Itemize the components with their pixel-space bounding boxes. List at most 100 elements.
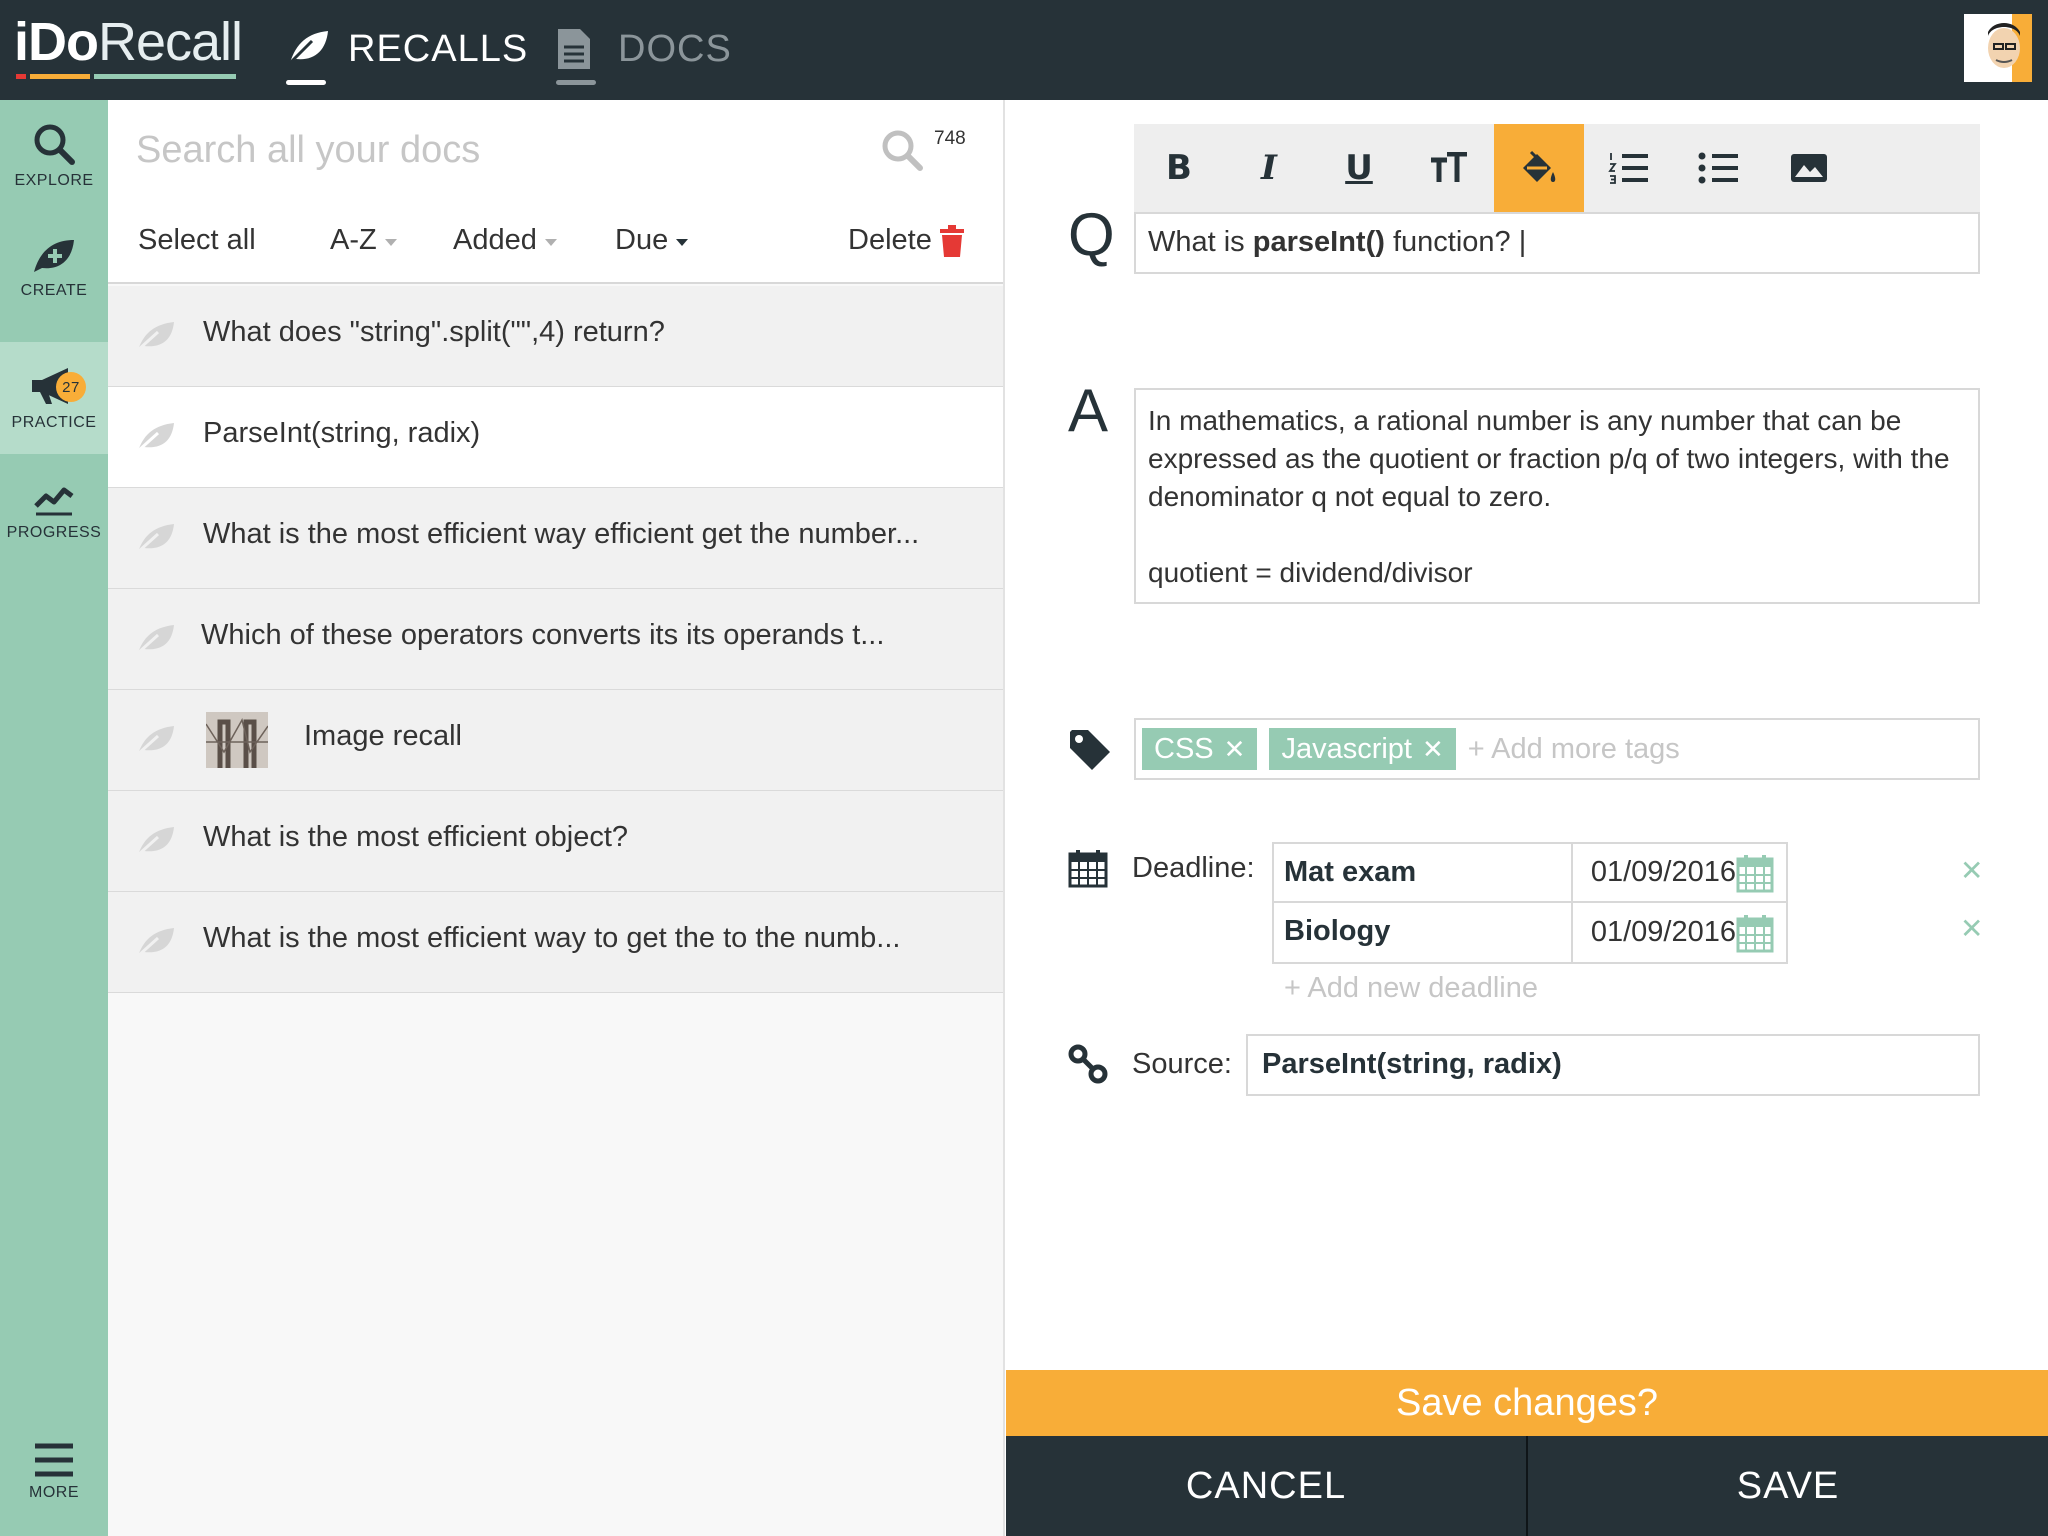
add-deadline-link[interactable]: + Add new deadline bbox=[1284, 972, 1538, 1005]
sort-added-dropdown[interactable]: Added bbox=[453, 224, 557, 257]
list-item-selected[interactable]: ParseInt(string, radix) bbox=[108, 387, 1003, 488]
sort-due-label: Due bbox=[615, 224, 669, 256]
deadline-date-field[interactable]: 01/09/2016 bbox=[1573, 844, 1786, 901]
tag-chip-label: Javascript bbox=[1281, 732, 1412, 765]
rail-practice[interactable]: 27 PRACTICE bbox=[0, 342, 108, 454]
rail-explore-label: EXPLORE bbox=[14, 172, 94, 189]
question-text-end: function? | bbox=[1384, 226, 1527, 258]
deadline-row: Mat exam 01/09/2016 bbox=[1274, 844, 1786, 903]
source-field[interactable]: ParseInt(string, radix) bbox=[1246, 1034, 1980, 1096]
tab-recalls-label: RECALLS bbox=[348, 27, 529, 70]
app-logo[interactable]: iDoRecall bbox=[14, 12, 243, 72]
search-input[interactable] bbox=[136, 122, 856, 178]
rail-create[interactable]: CREATE bbox=[0, 212, 108, 324]
rail-more[interactable]: MORE bbox=[0, 1416, 108, 1528]
cancel-button[interactable]: CANCEL bbox=[1006, 1436, 1526, 1536]
left-rail: EXPLORE CREATE 27 PRACTICE PROGRESS MORE bbox=[0, 100, 108, 1536]
trend-chart-icon bbox=[34, 487, 74, 516]
calendar-picker-icon[interactable] bbox=[1736, 853, 1774, 893]
list-item[interactable]: What is the most efficient object? bbox=[108, 791, 1003, 892]
list-item[interactable]: Which of these operators converts its it… bbox=[108, 589, 1003, 690]
list-item-title: Image recall bbox=[304, 720, 462, 752]
result-count: 748 bbox=[934, 128, 966, 149]
search-bar: 748 bbox=[108, 100, 1003, 200]
tab-recalls[interactable]: RECALLS bbox=[286, 16, 529, 85]
document-icon bbox=[556, 27, 600, 85]
select-all-label: Select all bbox=[138, 224, 256, 256]
list-item[interactable]: What is the most efficient way to get th… bbox=[108, 892, 1003, 993]
list-item-title: What is the most efficient way efficient… bbox=[203, 518, 920, 550]
delete-button[interactable]: Delete bbox=[848, 224, 964, 257]
action-bar: CANCEL SAVE bbox=[1006, 1436, 2048, 1536]
search-icon[interactable] bbox=[880, 128, 924, 172]
leaf-icon bbox=[136, 625, 174, 655]
caret-down-icon bbox=[544, 239, 557, 246]
deadline-row: Biology 01/09/2016 bbox=[1274, 903, 1786, 962]
numbered-list-icon bbox=[1608, 153, 1648, 184]
caret-down-icon bbox=[676, 239, 689, 246]
add-tags-input[interactable]: + Add more tags bbox=[1468, 733, 1680, 766]
avatar[interactable] bbox=[1964, 14, 2032, 82]
list-toolbar: Select all A-Z Added Due Delete bbox=[108, 200, 1003, 284]
logo-underline bbox=[16, 74, 236, 79]
leaf-icon bbox=[136, 928, 174, 958]
remove-deadline-icon[interactable]: ✕ bbox=[1960, 854, 1983, 887]
recall-list: What does "string".split("",4) return? P… bbox=[108, 286, 1003, 993]
bold-button[interactable]: B bbox=[1134, 124, 1224, 212]
remove-tag-icon[interactable]: ✕ bbox=[1224, 734, 1246, 765]
recall-list-panel: 748 Select all A-Z Added Due Delete What… bbox=[108, 100, 1005, 1536]
tag-icon bbox=[1070, 730, 1110, 770]
italic-button[interactable]: I bbox=[1224, 124, 1314, 212]
bullet-list-icon bbox=[1698, 152, 1738, 184]
select-all-button[interactable]: Select all bbox=[138, 224, 256, 257]
tab-docs[interactable]: DOCS bbox=[556, 16, 732, 85]
answer-field[interactable]: In mathematics, a rational number is any… bbox=[1134, 388, 1980, 604]
caret-down-icon bbox=[384, 239, 397, 246]
answer-paragraph: In mathematics, a rational number is any… bbox=[1148, 405, 1950, 512]
list-item-title: ParseInt(string, radix) bbox=[203, 417, 481, 449]
rail-progress-label: PROGRESS bbox=[6, 524, 102, 541]
list-item-title: Which of these operators converts its it… bbox=[201, 619, 885, 651]
rail-more-label: MORE bbox=[29, 1484, 79, 1501]
sort-az-dropdown[interactable]: A-Z bbox=[330, 224, 397, 257]
text-size-button[interactable] bbox=[1404, 124, 1494, 212]
image-icon bbox=[1791, 154, 1827, 182]
bridge-thumbnail-image bbox=[206, 712, 268, 768]
deadline-date-field[interactable]: 01/09/2016 bbox=[1573, 903, 1786, 962]
sort-due-dropdown[interactable]: Due bbox=[615, 224, 689, 257]
leaf-icon bbox=[136, 726, 174, 756]
deadline-name-field[interactable]: Mat exam bbox=[1274, 844, 1573, 901]
question-field[interactable]: What is parseInt() function? | bbox=[1134, 212, 1980, 274]
tag-chip[interactable]: CSS ✕ bbox=[1142, 728, 1258, 770]
insert-image-button[interactable] bbox=[1764, 124, 1854, 212]
link-icon bbox=[1068, 1044, 1108, 1084]
hamburger-menu-icon bbox=[35, 1443, 73, 1477]
tag-chip[interactable]: Javascript ✕ bbox=[1269, 728, 1456, 770]
delete-label: Delete bbox=[848, 224, 932, 256]
underline-button[interactable]: U bbox=[1314, 124, 1404, 212]
create-leaf-icon bbox=[34, 240, 74, 272]
save-button[interactable]: SAVE bbox=[1526, 1436, 2048, 1536]
numbered-list-button[interactable] bbox=[1584, 124, 1674, 212]
question-bold-text: parseInt() bbox=[1252, 226, 1385, 258]
tags-field[interactable]: CSS ✕ Javascript ✕ + Add more tags bbox=[1134, 718, 1980, 780]
deadline-label: Deadline: bbox=[1132, 852, 1255, 884]
leaf-icon bbox=[136, 524, 174, 554]
remove-deadline-icon[interactable]: ✕ bbox=[1960, 912, 1983, 945]
recall-editor: B I U Q What is parseInt() function? | A… bbox=[1006, 100, 2048, 1536]
calendar-picker-icon[interactable] bbox=[1736, 913, 1774, 953]
remove-tag-icon[interactable]: ✕ bbox=[1422, 734, 1444, 765]
list-item[interactable]: What is the most efficient way efficient… bbox=[108, 488, 1003, 589]
rail-progress[interactable]: PROGRESS bbox=[0, 456, 108, 568]
rail-explore[interactable]: EXPLORE bbox=[0, 100, 108, 212]
bullet-list-button[interactable] bbox=[1674, 124, 1764, 212]
list-item-title: What does "string".split("",4) return? bbox=[203, 316, 665, 348]
text-size-icon bbox=[1431, 152, 1467, 182]
practice-count-badge: 27 bbox=[56, 372, 86, 402]
fill-color-button[interactable] bbox=[1494, 124, 1584, 212]
list-item[interactable]: What does "string".split("",4) return? bbox=[108, 286, 1003, 387]
leaf-icon bbox=[136, 322, 174, 352]
leaf-icon bbox=[136, 423, 174, 453]
list-item[interactable]: Image recall bbox=[108, 690, 1003, 791]
deadline-name-field[interactable]: Biology bbox=[1274, 903, 1573, 962]
